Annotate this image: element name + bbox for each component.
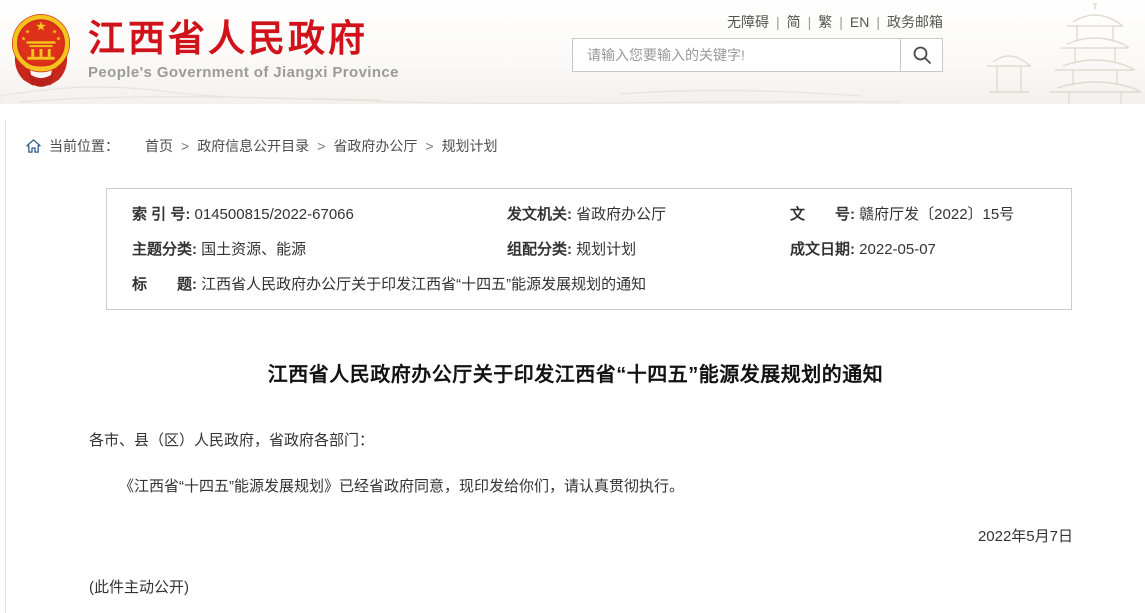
site-title-block: 江西省人民政府 People's Government of Jiangxi P… <box>88 19 399 81</box>
breadcrumb-separator: > <box>309 138 333 154</box>
document-meta-table: 索 引 号: 014500815/2022-67066 发文机关: 省政府办公厅… <box>106 188 1072 310</box>
link-accessibility[interactable]: 无障碍 <box>727 14 769 30</box>
search-button[interactable] <box>900 39 942 71</box>
pavilion-watermark-illustration <box>945 0 1145 104</box>
meta-label-issuer: 发文机关: <box>507 206 572 223</box>
breadcrumb-item-general-office[interactable]: 省政府办公厅 <box>333 136 417 156</box>
utility-separator: | <box>769 14 787 30</box>
meta-cell-docnum: 文 号: 赣府厅发〔2022〕15号 <box>790 204 1061 226</box>
utility-separator: | <box>832 14 850 30</box>
link-english[interactable]: EN <box>850 14 869 30</box>
site-header: ★ ★ ★ ★ ★ 江西省人民政府 People's Government of… <box>0 0 1145 104</box>
meta-cell-group: 组配分类: 规划计划 <box>507 239 790 261</box>
breadcrumb-item-home[interactable]: 首页 <box>145 136 173 156</box>
content-panel: 当前位置： 首页 > 政府信息公开目录 > 省政府办公厅 > 规划计划 索 引 … <box>5 120 1145 613</box>
meta-row: 索 引 号: 014500815/2022-67066 发文机关: 省政府办公厅… <box>132 204 1061 226</box>
breadcrumb-item-info-directory[interactable]: 政府信息公开目录 <box>197 136 309 156</box>
meta-value-title: 江西省人民政府办公厅关于印发江西省“十四五”能源发展规划的通知 <box>201 276 646 293</box>
breadcrumb-separator: > <box>173 138 197 154</box>
breadcrumb-item-planning[interactable]: 规划计划 <box>442 136 498 156</box>
document-salutation: 各市、县（区）人民政府，省政府各部门： <box>89 429 1070 450</box>
document-title: 江西省人民政府办公厅关于印发江西省“十四五”能源发展规划的通知 <box>6 358 1145 387</box>
meta-cell-title: 标 题: 江西省人民政府办公厅关于印发江西省“十四五”能源发展规划的通知 <box>132 274 1061 296</box>
meta-label-topic: 主题分类: <box>132 241 197 258</box>
meta-value-topic: 国土资源、能源 <box>201 241 306 258</box>
link-traditional-chinese[interactable]: 繁 <box>818 14 832 30</box>
meta-cell-issuer: 发文机关: 省政府办公厅 <box>507 204 790 226</box>
svg-text:★: ★ <box>21 35 26 42</box>
meta-value-group: 规划计划 <box>576 241 636 258</box>
meta-value-index: 014500815/2022-67066 <box>195 206 354 223</box>
meta-label-docnum: 文 号: <box>790 206 855 223</box>
utility-separator: | <box>801 14 819 30</box>
site-title: 江西省人民政府 <box>88 19 399 60</box>
national-emblem-icon: ★ ★ ★ ★ ★ <box>10 12 72 88</box>
link-simplified-chinese[interactable]: 简 <box>787 14 801 30</box>
page: ★ ★ ★ ★ ★ 江西省人民政府 People's Government of… <box>0 0 1145 613</box>
meta-value-issuer: 省政府办公厅 <box>576 206 666 223</box>
meta-label-index: 索 引 号: <box>132 206 190 223</box>
meta-cell-date: 成文日期: 2022-05-07 <box>790 239 1061 261</box>
utility-nav: 无障碍|简|繁|EN|政务邮箱 <box>727 12 943 32</box>
meta-value-docnum: 赣府厅发〔2022〕15号 <box>859 206 1014 223</box>
search-bar <box>572 38 943 72</box>
utility-separator: | <box>869 14 887 30</box>
link-gov-mailbox[interactable]: 政务邮箱 <box>887 14 943 30</box>
document-sign-date: 2022年5月7日 <box>6 525 1073 546</box>
meta-label-date: 成文日期: <box>790 241 855 258</box>
site-logo[interactable]: ★ ★ ★ ★ ★ 江西省人民政府 People's Government of… <box>10 12 399 88</box>
home-icon <box>26 139 41 154</box>
meta-label-title: 标 题: <box>132 276 197 293</box>
meta-value-date: 2022-05-07 <box>859 241 936 258</box>
breadcrumb: 当前位置： 首页 > 政府信息公开目录 > 省政府办公厅 > 规划计划 <box>6 120 1145 156</box>
meta-cell-topic: 主题分类: 国土资源、能源 <box>132 239 507 261</box>
svg-text:★: ★ <box>52 29 57 36</box>
svg-text:★: ★ <box>56 35 61 42</box>
document-disclosure-note: (此件主动公开) <box>89 576 1145 597</box>
search-icon <box>912 45 932 65</box>
search-input[interactable] <box>573 39 900 71</box>
svg-text:★: ★ <box>35 20 46 34</box>
meta-row: 标 题: 江西省人民政府办公厅关于印发江西省“十四五”能源发展规划的通知 <box>132 274 1061 296</box>
document-paragraph: 《江西省“十四五”能源发展规划》已经省政府同意，现印发给你们，请认真贯彻执行。 <box>89 475 1070 499</box>
svg-text:★: ★ <box>25 29 30 36</box>
site-subtitle: People's Government of Jiangxi Province <box>88 64 399 81</box>
breadcrumb-separator: > <box>417 138 441 154</box>
breadcrumb-location-label: 当前位置： <box>49 136 119 156</box>
meta-label-group: 组配分类: <box>507 241 572 258</box>
meta-cell-index: 索 引 号: 014500815/2022-67066 <box>132 204 507 226</box>
meta-row: 主题分类: 国土资源、能源 组配分类: 规划计划 成文日期: 2022-05-0… <box>132 239 1061 261</box>
